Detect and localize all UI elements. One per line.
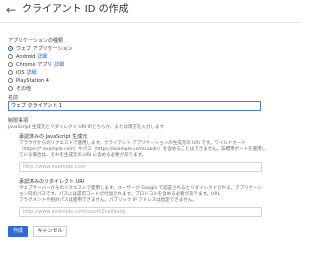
radio-icon[interactable] [8,86,13,91]
app-type-radio-group: ウェブ アプリケーション Android 詳細 Chrome アプリ 詳細 iO… [8,45,73,93]
page-title: クライアント ID の作成 [22,4,129,15]
name-input[interactable]: ウェブ クライアント 1 [8,101,261,111]
app-type-option-other[interactable]: その他 [8,85,73,92]
arrow-left-icon[interactable]: ← [6,3,16,17]
option-label: Chrome アプリ [16,61,53,68]
option-label: その他 [16,85,32,92]
app-type-option-ios[interactable]: iOS 詳細 [8,69,73,76]
app-type-option-ps4[interactable]: PlayStation 4 [8,77,73,84]
redirect-uris-title: 承認済みのリダイレクト URI [19,179,85,185]
js-origins-desc-line: ている場合は、それを生成元の URI に含める必要があります。 [19,153,147,158]
redirect-uris-desc-line: フラグメントや相対パスは使用できません。パブリック IP アドレスは指定できませ… [19,198,197,203]
app-type-option-android[interactable]: Android 詳細 [8,53,73,60]
details-link[interactable]: 詳細 [54,62,64,68]
create-button[interactable]: 作成 [8,226,28,237]
restrictions-description: JavaScript 生成元とリダイレクト URI のどちらか、または両方を入力… [8,125,165,130]
restrictions-title: 制限事項 [8,118,29,124]
radio-selected-icon[interactable] [8,46,13,51]
option-label: iOS [16,69,25,76]
radio-icon[interactable] [8,54,13,59]
app-type-option-web[interactable]: ウェブ アプリケーション [8,45,73,52]
radio-icon[interactable] [8,62,13,67]
header-bar: ← クライアント ID の作成 [0,0,300,22]
option-label: PlayStation 4 [16,77,49,84]
cancel-button[interactable]: キャンセル [33,226,67,237]
radio-icon[interactable] [8,78,13,83]
header-divider [0,22,300,23]
app-type-label: アプリケーションの種類 [8,38,63,44]
details-link[interactable]: 詳細 [37,54,47,60]
app-type-option-chrome[interactable]: Chrome アプリ 詳細 [8,61,73,68]
radio-icon[interactable] [8,70,13,75]
js-origins-title: 承認済みの JavaScript 生成元 [19,134,88,140]
option-label: ウェブ アプリケーション [16,45,73,52]
option-label: Android [16,53,36,60]
details-link[interactable]: 詳細 [27,70,37,76]
redirect-uris-input[interactable]: http://www.example.com/oauth2callback [19,207,262,217]
js-origins-input[interactable]: http://www.example.com [19,162,262,172]
